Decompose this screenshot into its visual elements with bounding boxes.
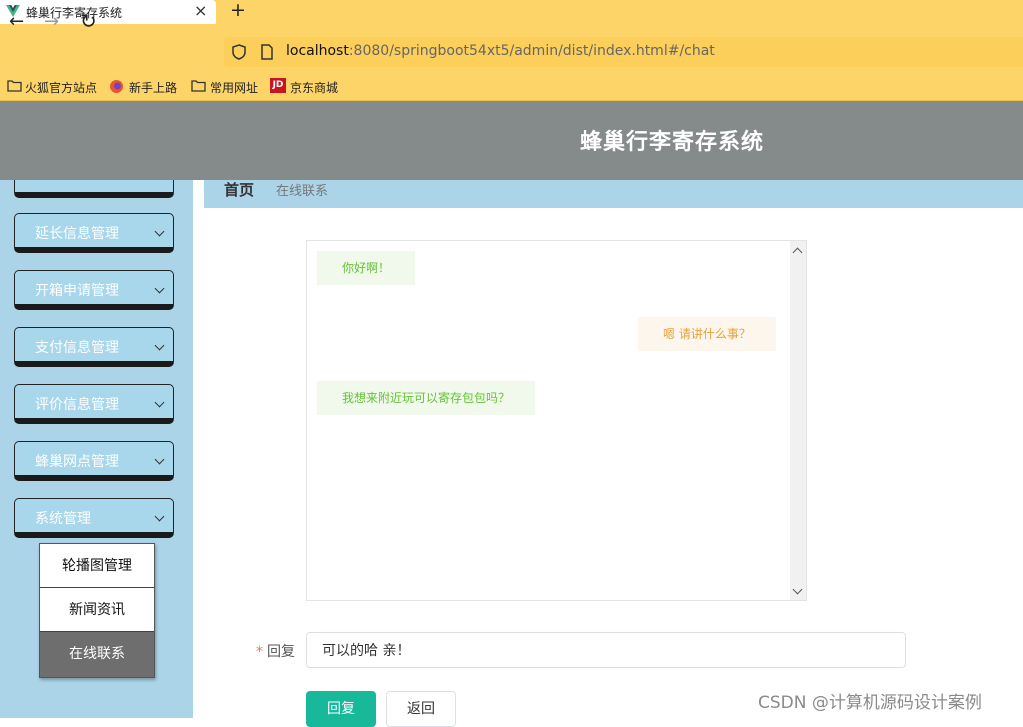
bookmark-firefox-site[interactable]: 火狐官方站点 (25, 79, 97, 96)
folder-icon (7, 80, 22, 92)
chat-message-left: 你好啊！ (317, 251, 416, 285)
folder-icon (191, 80, 206, 92)
system-submenu: 轮播图管理 新闻资讯 在线联系 (39, 543, 155, 678)
reply-button[interactable]: 回复 (306, 691, 376, 727)
app-header (0, 101, 1023, 180)
back-button[interactable]: 返回 (386, 691, 456, 727)
sidebar-menu-label: 评价信息管理 (35, 397, 119, 413)
scrollbar[interactable] (790, 241, 806, 600)
sidebar-menu-label: 蜂巢网点管理 (35, 454, 119, 470)
bookmark-getting-started[interactable]: 新手上路 (129, 79, 177, 96)
scroll-down-icon[interactable] (792, 584, 803, 595)
app-title: 蜂巢行李寄存系统 (580, 130, 765, 155)
tab-close-icon[interactable]: × (194, 1, 207, 20)
sidebar-menu-label: 开箱申请管理 (35, 283, 119, 299)
chevron-down-icon (154, 226, 165, 237)
chat-message-right: 嗯 请讲什么事？ (638, 317, 776, 351)
chat-message-left: 我想来附近玩可以寄存包包吗？ (317, 381, 536, 415)
chevron-down-icon (154, 511, 165, 522)
submenu-item-news[interactable]: 新闻资讯 (40, 588, 154, 632)
sidebar-menu-outlets[interactable]: 蜂巢网点管理 (14, 441, 174, 481)
reply-input[interactable] (306, 632, 906, 668)
reload-icon[interactable]: ↻ (80, 11, 97, 31)
reply-label-text: 回复 (267, 644, 295, 660)
sidebar-menu-review[interactable]: 评价信息管理 (14, 384, 174, 424)
sidebar-menu-partial[interactable] (14, 180, 174, 198)
breadcrumb-current: 在线联系 (276, 184, 329, 199)
reply-label: * 回复 (256, 641, 295, 661)
forward-arrow-icon[interactable]: → (44, 12, 59, 32)
tab-title: 蜂巢行李寄存系统 (26, 6, 123, 20)
submenu-item-carousel[interactable]: 轮播图管理 (40, 544, 154, 588)
jd-icon: JD (270, 78, 286, 93)
sidebar-menu-label: 延长信息管理 (35, 226, 119, 242)
bookmark-jd[interactable]: 京东商城 (290, 79, 338, 96)
chevron-down-icon (154, 283, 165, 294)
sidebar-menu-unboxing[interactable]: 开箱申请管理 (14, 270, 174, 310)
bookmark-common-sites[interactable]: 常用网址 (210, 79, 258, 96)
submenu-item-online-chat[interactable]: 在线联系 (40, 632, 154, 677)
back-arrow-icon[interactable]: ← (9, 12, 24, 32)
browser-tab[interactable]: 蜂巢行李寄存系统 × (0, 0, 216, 24)
shield-icon[interactable] (232, 44, 246, 60)
chevron-down-icon (154, 397, 165, 408)
sidebar-menu-extension[interactable]: 延长信息管理 (14, 213, 174, 253)
url-host: localhost (286, 43, 349, 59)
breadcrumb-home[interactable]: 首页 (224, 179, 254, 200)
scroll-up-icon[interactable] (792, 247, 803, 258)
chevron-down-icon (154, 340, 165, 351)
chevron-down-icon (154, 454, 165, 465)
url-path: :8080/springboot54xt5/admin/dist/index.h… (348, 43, 715, 59)
required-mark: * (256, 644, 263, 660)
page-icon[interactable] (260, 44, 274, 60)
sidebar-menu-payment[interactable]: 支付信息管理 (14, 327, 174, 367)
sidebar-menu-system[interactable]: 系统管理 (14, 498, 174, 538)
chat-history-panel[interactable]: 你好啊！ 嗯 请讲什么事？ 我想来附近玩可以寄存包包吗？ (306, 240, 807, 601)
new-tab-icon[interactable]: + (230, 0, 246, 21)
sidebar-menu-label: 系统管理 (35, 511, 91, 527)
sidebar-menu-label: 支付信息管理 (35, 340, 119, 356)
watermark: CSDN @计算机源码设计案例 (758, 693, 982, 713)
url-text[interactable]: localhost:8080/springboot54xt5/admin/dis… (286, 43, 715, 59)
firefox-icon (110, 80, 123, 93)
